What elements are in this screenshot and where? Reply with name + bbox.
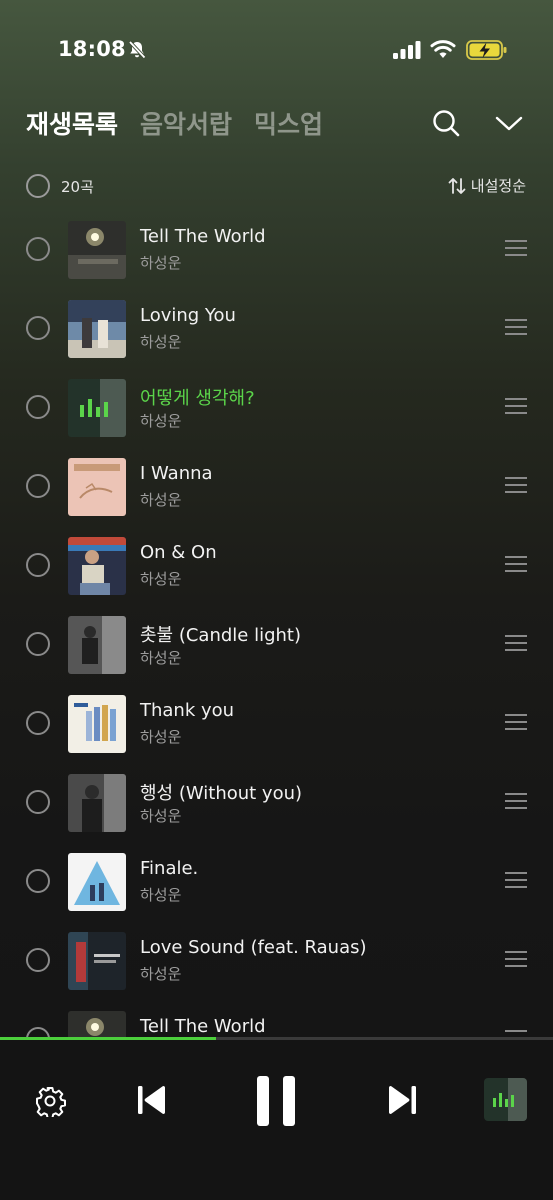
drag-handle-icon[interactable] [505, 319, 527, 335]
album-art [68, 300, 126, 358]
tab-mixup[interactable]: 믹스업 [254, 105, 323, 141]
song-artist: 하성운 [140, 728, 182, 746]
select-checkbox[interactable] [26, 474, 50, 498]
song-artist: 하성운 [140, 570, 182, 588]
drag-handle-icon[interactable] [505, 872, 527, 888]
status-time: 18:08 [58, 37, 126, 61]
album-art [68, 379, 126, 437]
drag-handle-icon[interactable] [505, 714, 527, 730]
header-tabs: 재생목록 음악서랍 믹스업 [26, 103, 323, 143]
pause-icon[interactable] [253, 1074, 299, 1128]
drag-handle-icon[interactable] [505, 240, 527, 256]
list-item[interactable]: On & On 하성운 [0, 526, 553, 605]
select-all-checkbox[interactable] [26, 174, 50, 198]
gear-icon[interactable] [34, 1085, 66, 1117]
select-checkbox[interactable] [26, 632, 50, 656]
song-count: 20곡 [61, 178, 94, 196]
song-title: 행성 (Without you) [140, 783, 303, 804]
album-art [68, 221, 126, 279]
sort-label: 내설정순 [470, 177, 526, 195]
song-title: On & On [140, 542, 217, 563]
list-item[interactable]: 행성 (Without you) 하성운 [0, 763, 553, 842]
list-item[interactable]: Finale. 하성운 [0, 842, 553, 921]
drag-handle-icon[interactable] [505, 951, 527, 967]
list-header: 20곡 내설정순 [26, 172, 526, 200]
select-checkbox[interactable] [26, 948, 50, 972]
player-bar [0, 1040, 553, 1200]
album-art [68, 932, 126, 990]
drag-handle-icon[interactable] [505, 793, 527, 809]
status-bar: 18:08 [0, 0, 553, 100]
next-icon[interactable] [386, 1083, 418, 1117]
select-checkbox[interactable] [26, 237, 50, 261]
select-checkbox[interactable] [26, 316, 50, 340]
sort-button[interactable]: 내설정순 [447, 175, 526, 196]
select-checkbox[interactable] [26, 790, 50, 814]
song-title: Tell The World [140, 1016, 266, 1037]
song-artist: 하성운 [140, 965, 182, 983]
song-artist: 하성운 [140, 886, 182, 904]
song-list: Tell The World 하성운 Loving You 하성운 어떻게 생각… [0, 210, 553, 1038]
battery-charging-icon [466, 40, 507, 60]
bell-slash-icon [128, 40, 146, 59]
song-artist: 하성운 [140, 649, 182, 667]
select-checkbox[interactable] [26, 711, 50, 735]
album-art [68, 774, 126, 832]
list-item[interactable]: Loving You 하성운 [0, 289, 553, 368]
song-artist: 하성운 [140, 491, 182, 509]
song-artist: 하성운 [140, 254, 182, 272]
select-checkbox[interactable] [26, 395, 50, 419]
list-item[interactable]: Tell The World 하성운 [0, 210, 553, 289]
album-art [68, 458, 126, 516]
tab-music-drawer[interactable]: 음악서랍 [140, 105, 232, 141]
search-icon[interactable] [431, 108, 461, 138]
drag-handle-icon[interactable] [505, 635, 527, 651]
list-item[interactable]: I Wanna 하성운 [0, 447, 553, 526]
drag-handle-icon[interactable] [505, 398, 527, 414]
song-artist: 하성운 [140, 807, 182, 825]
album-art [68, 537, 126, 595]
list-item[interactable]: Tell The World [0, 1000, 553, 1038]
song-artist: 하성운 [140, 333, 182, 351]
song-title: Loving You [140, 305, 236, 326]
list-item[interactable]: 어떻게 생각해? 하성운 [0, 368, 553, 447]
select-checkbox[interactable] [26, 869, 50, 893]
song-title: Finale. [140, 858, 199, 879]
album-art [68, 695, 126, 753]
sort-icon [448, 177, 466, 194]
chevron-down-icon[interactable] [494, 108, 524, 138]
album-art [68, 616, 126, 674]
song-title: 촛불 (Candle light) [140, 625, 302, 646]
song-title: Love Sound (feat. Rauas) [140, 937, 367, 958]
song-title: Thank you [140, 700, 235, 721]
previous-icon[interactable] [136, 1083, 168, 1117]
now-playing-album-art[interactable] [484, 1078, 527, 1121]
song-title: Tell The World [140, 226, 266, 247]
album-art [68, 853, 126, 911]
album-art [68, 1011, 126, 1038]
select-checkbox[interactable] [26, 553, 50, 577]
drag-handle-icon[interactable] [505, 477, 527, 493]
song-artist: 하성운 [140, 412, 182, 430]
list-item[interactable]: Thank you 하성운 [0, 684, 553, 763]
list-item[interactable]: Love Sound (feat. Rauas) 하성운 [0, 921, 553, 1000]
signal-icon [393, 41, 421, 59]
drag-handle-icon[interactable] [505, 556, 527, 572]
song-title-now-playing: 어떻게 생각해? [140, 388, 255, 409]
wifi-icon [430, 40, 456, 58]
tab-playlist[interactable]: 재생목록 [26, 105, 118, 141]
list-item[interactable]: 촛불 (Candle light) 하성운 [0, 605, 553, 684]
song-title: I Wanna [140, 463, 213, 484]
